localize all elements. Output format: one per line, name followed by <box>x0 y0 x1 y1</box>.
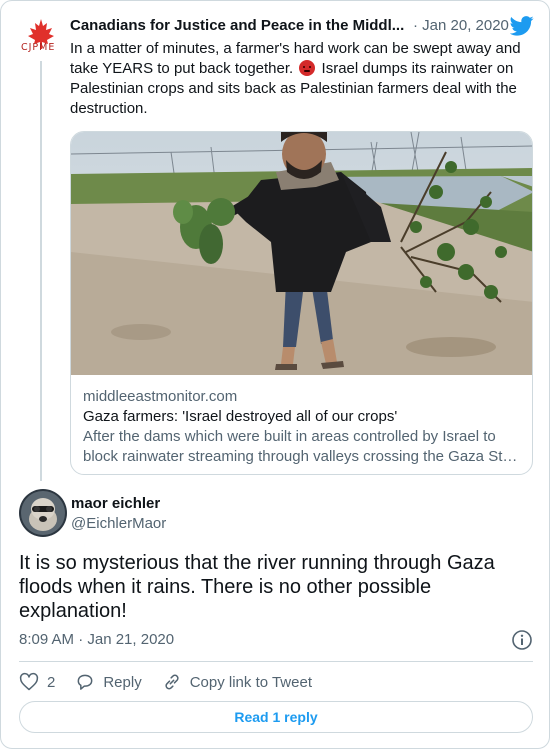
copy-link-label: Copy link to Tweet <box>189 673 312 691</box>
reply-author-avatar[interactable] <box>19 489 67 537</box>
parent-tweet[interactable]: CJPME Canadians for Justice and Peace in… <box>1 1 549 481</box>
reply-button[interactable]: Reply <box>75 672 142 692</box>
divider <box>19 661 533 662</box>
tweet-actions: 2 Reply Copy link to Tweet <box>19 668 332 696</box>
reply-tweet-text: It is so mysterious that the river runni… <box>19 552 495 622</box>
link-preview-card[interactable]: middleeastmonitor.com Gaza farmers: 'Isr… <box>70 131 533 475</box>
tweet-text: In a matter of minutes, a farmer's hard … <box>70 39 530 119</box>
link-title: Gaza farmers: 'Israel destroyed all of o… <box>83 408 398 425</box>
link-preview-image <box>71 132 532 375</box>
avatar-photo <box>19 489 67 537</box>
reply-label: Reply <box>103 673 142 691</box>
link-domain: middleeastmonitor.com <box>83 388 238 405</box>
link-preview-meta: middleeastmonitor.com Gaza farmers: 'Isr… <box>83 387 523 467</box>
embedded-tweet-card: CJPME Canadians for Justice and Peace in… <box>0 0 550 749</box>
reply-icon <box>77 674 93 690</box>
like-button[interactable]: 2 <box>19 672 55 692</box>
reply-timestamp[interactable]: 8:09 AM · Jan 21, 2020 <box>19 631 174 648</box>
avatar-label: CJPME <box>21 42 56 53</box>
thread-connector <box>40 61 42 481</box>
author-name[interactable]: Canadians for Justice and Peace in the M… <box>70 17 404 34</box>
link-description: After the dams which were built in areas… <box>83 428 518 465</box>
reply-author-name[interactable]: maor eichler <box>71 495 160 512</box>
copy-link-button[interactable]: Copy link to Tweet <box>162 672 312 692</box>
read-replies-button[interactable]: Read 1 reply <box>19 701 533 733</box>
angry-face-icon <box>299 60 316 76</box>
reply-author-handle[interactable]: @EichlerMaor <box>71 515 166 532</box>
info-icon[interactable] <box>511 629 533 651</box>
tweet-date[interactable]: · Jan 20, 2020 <box>413 17 509 34</box>
heart-icon <box>19 672 39 691</box>
twitter-bird-icon[interactable] <box>510 16 534 36</box>
link-icon <box>165 674 179 690</box>
like-count: 2 <box>47 673 56 691</box>
